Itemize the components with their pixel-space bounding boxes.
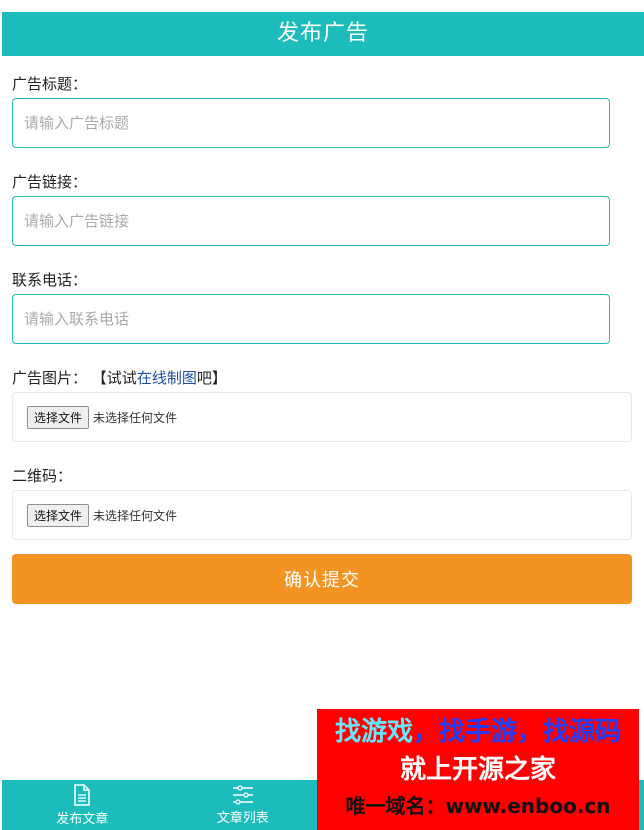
page-title: 发布广告 [276, 21, 369, 46]
ad-banner-part3: 找源码 [543, 717, 622, 747]
online-design-link[interactable]: 在线制图 [137, 369, 197, 387]
qrcode-choose-file-button[interactable]: 选择文件 [27, 503, 90, 527]
ad-banner-sep2: ， [517, 717, 544, 747]
watermark-ad-banner[interactable]: 找游戏，找手游，找源码 就上开源之家 唯一域名：www.enboo.cn [317, 709, 639, 830]
list-icon [232, 784, 253, 805]
ad-banner-part1: 找游戏 [334, 717, 413, 747]
ad-image-file-status: 未选择任何文件 [93, 410, 178, 425]
ad-image-file-field: 选择文件 未选择任何文件 [12, 392, 632, 442]
ad-image-label: 广告图片： [12, 369, 88, 387]
phone-input[interactable] [12, 294, 610, 344]
nav-item-article-list[interactable]: 文章列表 [163, 780, 324, 830]
nav-item-label: 文章列表 [216, 810, 269, 826]
nav-item-publish-article[interactable]: 发布文章 [2, 780, 163, 830]
qrcode-file-status: 未选择任何文件 [93, 508, 178, 523]
phone-label: 联系电话： [12, 271, 88, 289]
submit-button[interactable]: 确认提交 [12, 554, 632, 604]
ad-link-label: 广告链接： [12, 173, 88, 191]
nav-item-label: 发布文章 [56, 811, 109, 827]
ad-image-hint-close: 吧】 [196, 369, 227, 387]
ad-banner-line3: 唯一域名：www.enboo.cn [345, 794, 611, 818]
qrcode-file-field: 选择文件 未选择任何文件 [12, 490, 632, 540]
ad-banner-line2: 就上开源之家 [399, 755, 556, 785]
ad-image-hint-open: 【试试 [91, 369, 137, 387]
ad-link-input[interactable] [12, 196, 610, 246]
page-header: 发布广告 [2, 12, 644, 56]
ad-banner-line1: 找游戏，找手游，找源码 [317, 711, 639, 753]
ad-image-choose-file-button[interactable]: 选择文件 [27, 405, 90, 429]
document-icon [74, 783, 90, 806]
qrcode-label: 二维码： [12, 467, 73, 485]
ad-banner-part2: 找手游 [438, 717, 517, 747]
ad-title-input[interactable] [12, 98, 610, 148]
ad-image-label-row: 广告图片： 【试试在线制图吧】 [12, 364, 632, 392]
ad-title-label: 广告标题： [12, 75, 88, 93]
ad-banner-sep1: ， [412, 717, 439, 747]
publish-ad-form: 广告标题： 广告链接： 联系电话： 广告图片： 【试试在线制图吧】 选择文件 未… [12, 70, 632, 604]
